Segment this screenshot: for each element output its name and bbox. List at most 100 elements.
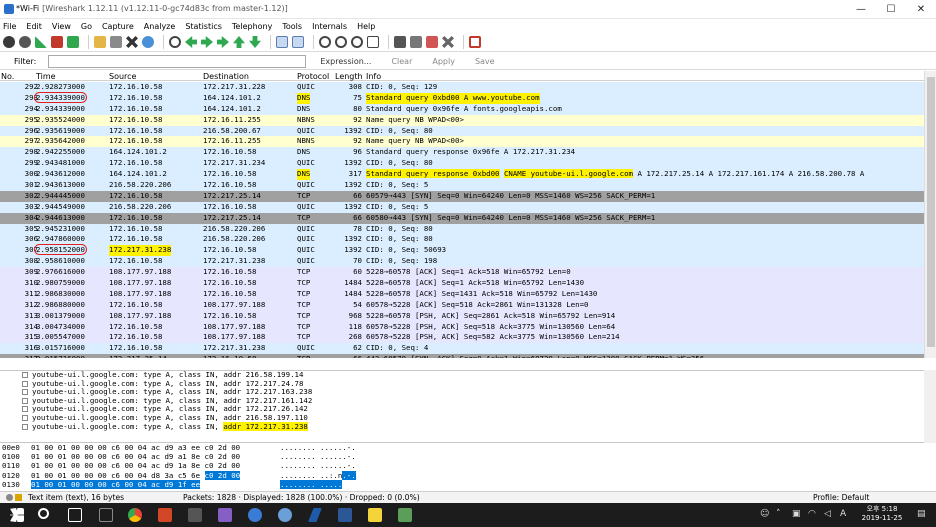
save-filter-button[interactable]: Save xyxy=(475,57,495,66)
packet-row[interactable]: 295 2.935524000 172.16.10.58 172.16.11.255 N… xyxy=(0,114,924,126)
normal-size-icon[interactable] xyxy=(351,36,363,48)
task-view-icon[interactable] xyxy=(68,508,82,522)
restart-icon[interactable] xyxy=(67,36,79,48)
expert-info-icon[interactable] xyxy=(4,492,22,503)
close-file-icon[interactable] xyxy=(126,36,138,48)
close-button[interactable]: ✕ xyxy=(906,0,936,19)
find-icon[interactable] xyxy=(169,36,181,48)
packet-row[interactable]: 292 2.928273000 172.16.10.58 172.217.31.228… xyxy=(0,82,924,93)
interfaces-icon[interactable] xyxy=(3,36,15,48)
clock[interactable]: 오후 5:18 2019-11-25 xyxy=(852,505,912,523)
display-filters-icon[interactable] xyxy=(410,36,422,48)
column-destination[interactable]: Destination xyxy=(203,72,249,81)
expand-icon[interactable] xyxy=(22,406,28,413)
column-protocol[interactable]: Protocol xyxy=(297,72,329,81)
clear-button[interactable]: Clear xyxy=(391,57,412,66)
volume-icon[interactable]: ◁ xyxy=(824,509,831,519)
packet-row[interactable]: 293 2.934339000 172.16.10.58 164.124.101.2 D… xyxy=(0,91,924,104)
bytes-line[interactable]: 0100 01 00 01 00 00 00 c6 00 04 ac d9 a1 … xyxy=(0,452,924,461)
packet-row[interactable]: 307 2.958152000 172.217.31.238 172.16.10.58… xyxy=(0,244,924,257)
menu-file[interactable]: File xyxy=(3,22,16,31)
open-icon[interactable] xyxy=(94,36,106,48)
bytes-line[interactable]: 0110 01 00 01 00 00 00 c6 00 04 ac d9 1a … xyxy=(0,461,924,470)
details-scrollbar[interactable] xyxy=(924,370,936,443)
menu-telephony[interactable]: Telephony xyxy=(232,22,272,31)
packet-row[interactable]: 300 2.943612000 164.124.101.2 172.16.10.58 D… xyxy=(0,169,924,181)
save-icon[interactable] xyxy=(110,36,122,48)
column-length[interactable]: Length xyxy=(335,72,363,81)
packet-list-scrollbar[interactable] xyxy=(924,71,936,358)
packet-row[interactable]: 315 3.005547000 172.16.10.58 108.177.97.188… xyxy=(0,332,924,344)
menu-analyze[interactable]: Analyze xyxy=(144,22,176,31)
expand-icon[interactable] xyxy=(22,423,28,430)
expand-icon[interactable] xyxy=(22,380,28,387)
column-time[interactable]: Time xyxy=(36,72,56,81)
column-info[interactable]: Info xyxy=(366,72,381,81)
packet-row[interactable]: 304 2.944613000 172.16.10.58 172.217.25.14 T… xyxy=(0,212,924,224)
visual-studio-icon[interactable] xyxy=(218,508,232,522)
packet-row[interactable]: 313 3.001379000 108.177.97.188 172.16.10.58… xyxy=(0,310,924,322)
packet-bytes[interactable]: 00e0 01 00 01 00 00 00 c6 00 04 ac d9 a3 … xyxy=(0,443,924,489)
capture-filters-icon[interactable] xyxy=(394,36,406,48)
minimize-button[interactable]: — xyxy=(846,0,876,19)
packet-row[interactable]: 302 2.944445000 172.16.10.58 172.217.25.14 T… xyxy=(0,190,924,202)
coloring-rules-icon[interactable] xyxy=(426,36,438,48)
menu-internals[interactable]: Internals xyxy=(312,22,347,31)
bottom-icon[interactable] xyxy=(249,36,261,48)
expand-icon[interactable] xyxy=(22,397,28,404)
search-icon[interactable] xyxy=(38,508,49,519)
scrollbar-thumb[interactable] xyxy=(927,77,935,347)
menu-view[interactable]: View xyxy=(52,22,71,31)
preferences-icon[interactable] xyxy=(442,36,454,48)
wireshark-icon[interactable] xyxy=(308,508,322,522)
column-source[interactable]: Source xyxy=(109,72,136,81)
packet-row[interactable]: 310 2.980759000 108.177.97.188 172.16.10.58… xyxy=(0,278,924,289)
app-tray-icon[interactable]: ▣ xyxy=(792,509,801,519)
photos-icon[interactable] xyxy=(398,508,412,522)
filter-input[interactable] xyxy=(48,54,307,68)
bytes-line[interactable]: 0130 01 00 01 00 00 00 c6 00 04 ac d9 1f … xyxy=(0,479,924,489)
start-icon[interactable] xyxy=(35,36,47,48)
packet-row[interactable]: 314 3.004734000 172.16.10.58 108.177.97.188… xyxy=(0,321,924,333)
menu-help[interactable]: Help xyxy=(357,22,375,31)
packet-row[interactable]: 306 2.947860000 172.16.10.58 216.58.220.206… xyxy=(0,234,924,246)
packet-row[interactable]: 294 2.934339000 172.16.10.58 164.124.101.2 D… xyxy=(0,103,924,115)
notifications-icon[interactable]: ▤ xyxy=(917,509,926,519)
packet-list[interactable]: No. Time Source Destination Protocol Len… xyxy=(0,71,924,358)
menu-statistics[interactable]: Statistics xyxy=(185,22,222,31)
expression-button[interactable]: Expression... xyxy=(320,57,371,66)
packet-row[interactable]: 316 3.015716000 172.16.10.58 172.217.31.238… xyxy=(0,343,924,355)
options-icon[interactable] xyxy=(19,36,31,48)
app-icon[interactable] xyxy=(188,508,202,522)
packet-row[interactable]: 312 2.986880000 172.16.10.58 108.177.97.188… xyxy=(0,299,924,311)
sticky-notes-icon[interactable] xyxy=(368,508,382,522)
goto-icon[interactable] xyxy=(217,36,229,48)
stop-icon[interactable] xyxy=(51,36,63,48)
menu-capture[interactable]: Capture xyxy=(102,22,134,31)
column-no[interactable]: No. xyxy=(1,72,14,81)
apply-button[interactable]: Apply xyxy=(432,57,455,66)
status-profile[interactable]: Profile: Default xyxy=(813,492,869,503)
word-icon[interactable] xyxy=(338,508,352,522)
help-icon[interactable] xyxy=(469,36,481,48)
people-icon[interactable]: ☺ xyxy=(760,509,769,519)
chrome-icon[interactable] xyxy=(128,508,142,522)
packet-row[interactable]: 297 2.935642000 172.16.10.58 172.16.11.255 N… xyxy=(0,136,924,148)
packet-row[interactable]: 303 2.944549000 216.58.220.206 172.16.10.58… xyxy=(0,201,924,213)
packet-row[interactable]: 309 2.976616000 108.177.97.188 172.16.10.58… xyxy=(0,267,924,279)
resize-columns-icon[interactable] xyxy=(367,36,379,48)
menu-edit[interactable]: Edit xyxy=(26,22,42,31)
packet-details[interactable]: youtube-ui.l.google.com: type A, class I… xyxy=(0,370,924,443)
packet-row[interactable]: 296 2.935619000 172.16.10.58 216.58.200.67 Q… xyxy=(0,125,924,137)
app-icon[interactable] xyxy=(99,508,113,522)
windows-start-icon[interactable] xyxy=(10,508,24,522)
packet-row[interactable]: 311 2.986830000 108.177.97.188 172.16.10.58… xyxy=(0,288,924,300)
wifi-icon[interactable]: ◠ xyxy=(808,509,816,519)
zoom-out-icon[interactable] xyxy=(335,36,347,48)
expand-icon[interactable] xyxy=(22,414,28,421)
colorize-icon[interactable] xyxy=(276,36,288,48)
app-icon[interactable] xyxy=(248,508,262,522)
packet-row[interactable]: 298 2.942255000 164.124.101.2 172.16.10.58 D… xyxy=(0,147,924,159)
back-icon[interactable] xyxy=(185,36,197,48)
packet-row[interactable]: 3173.015716000 172.217.25.14 172.16.10.58 T… xyxy=(0,354,924,358)
